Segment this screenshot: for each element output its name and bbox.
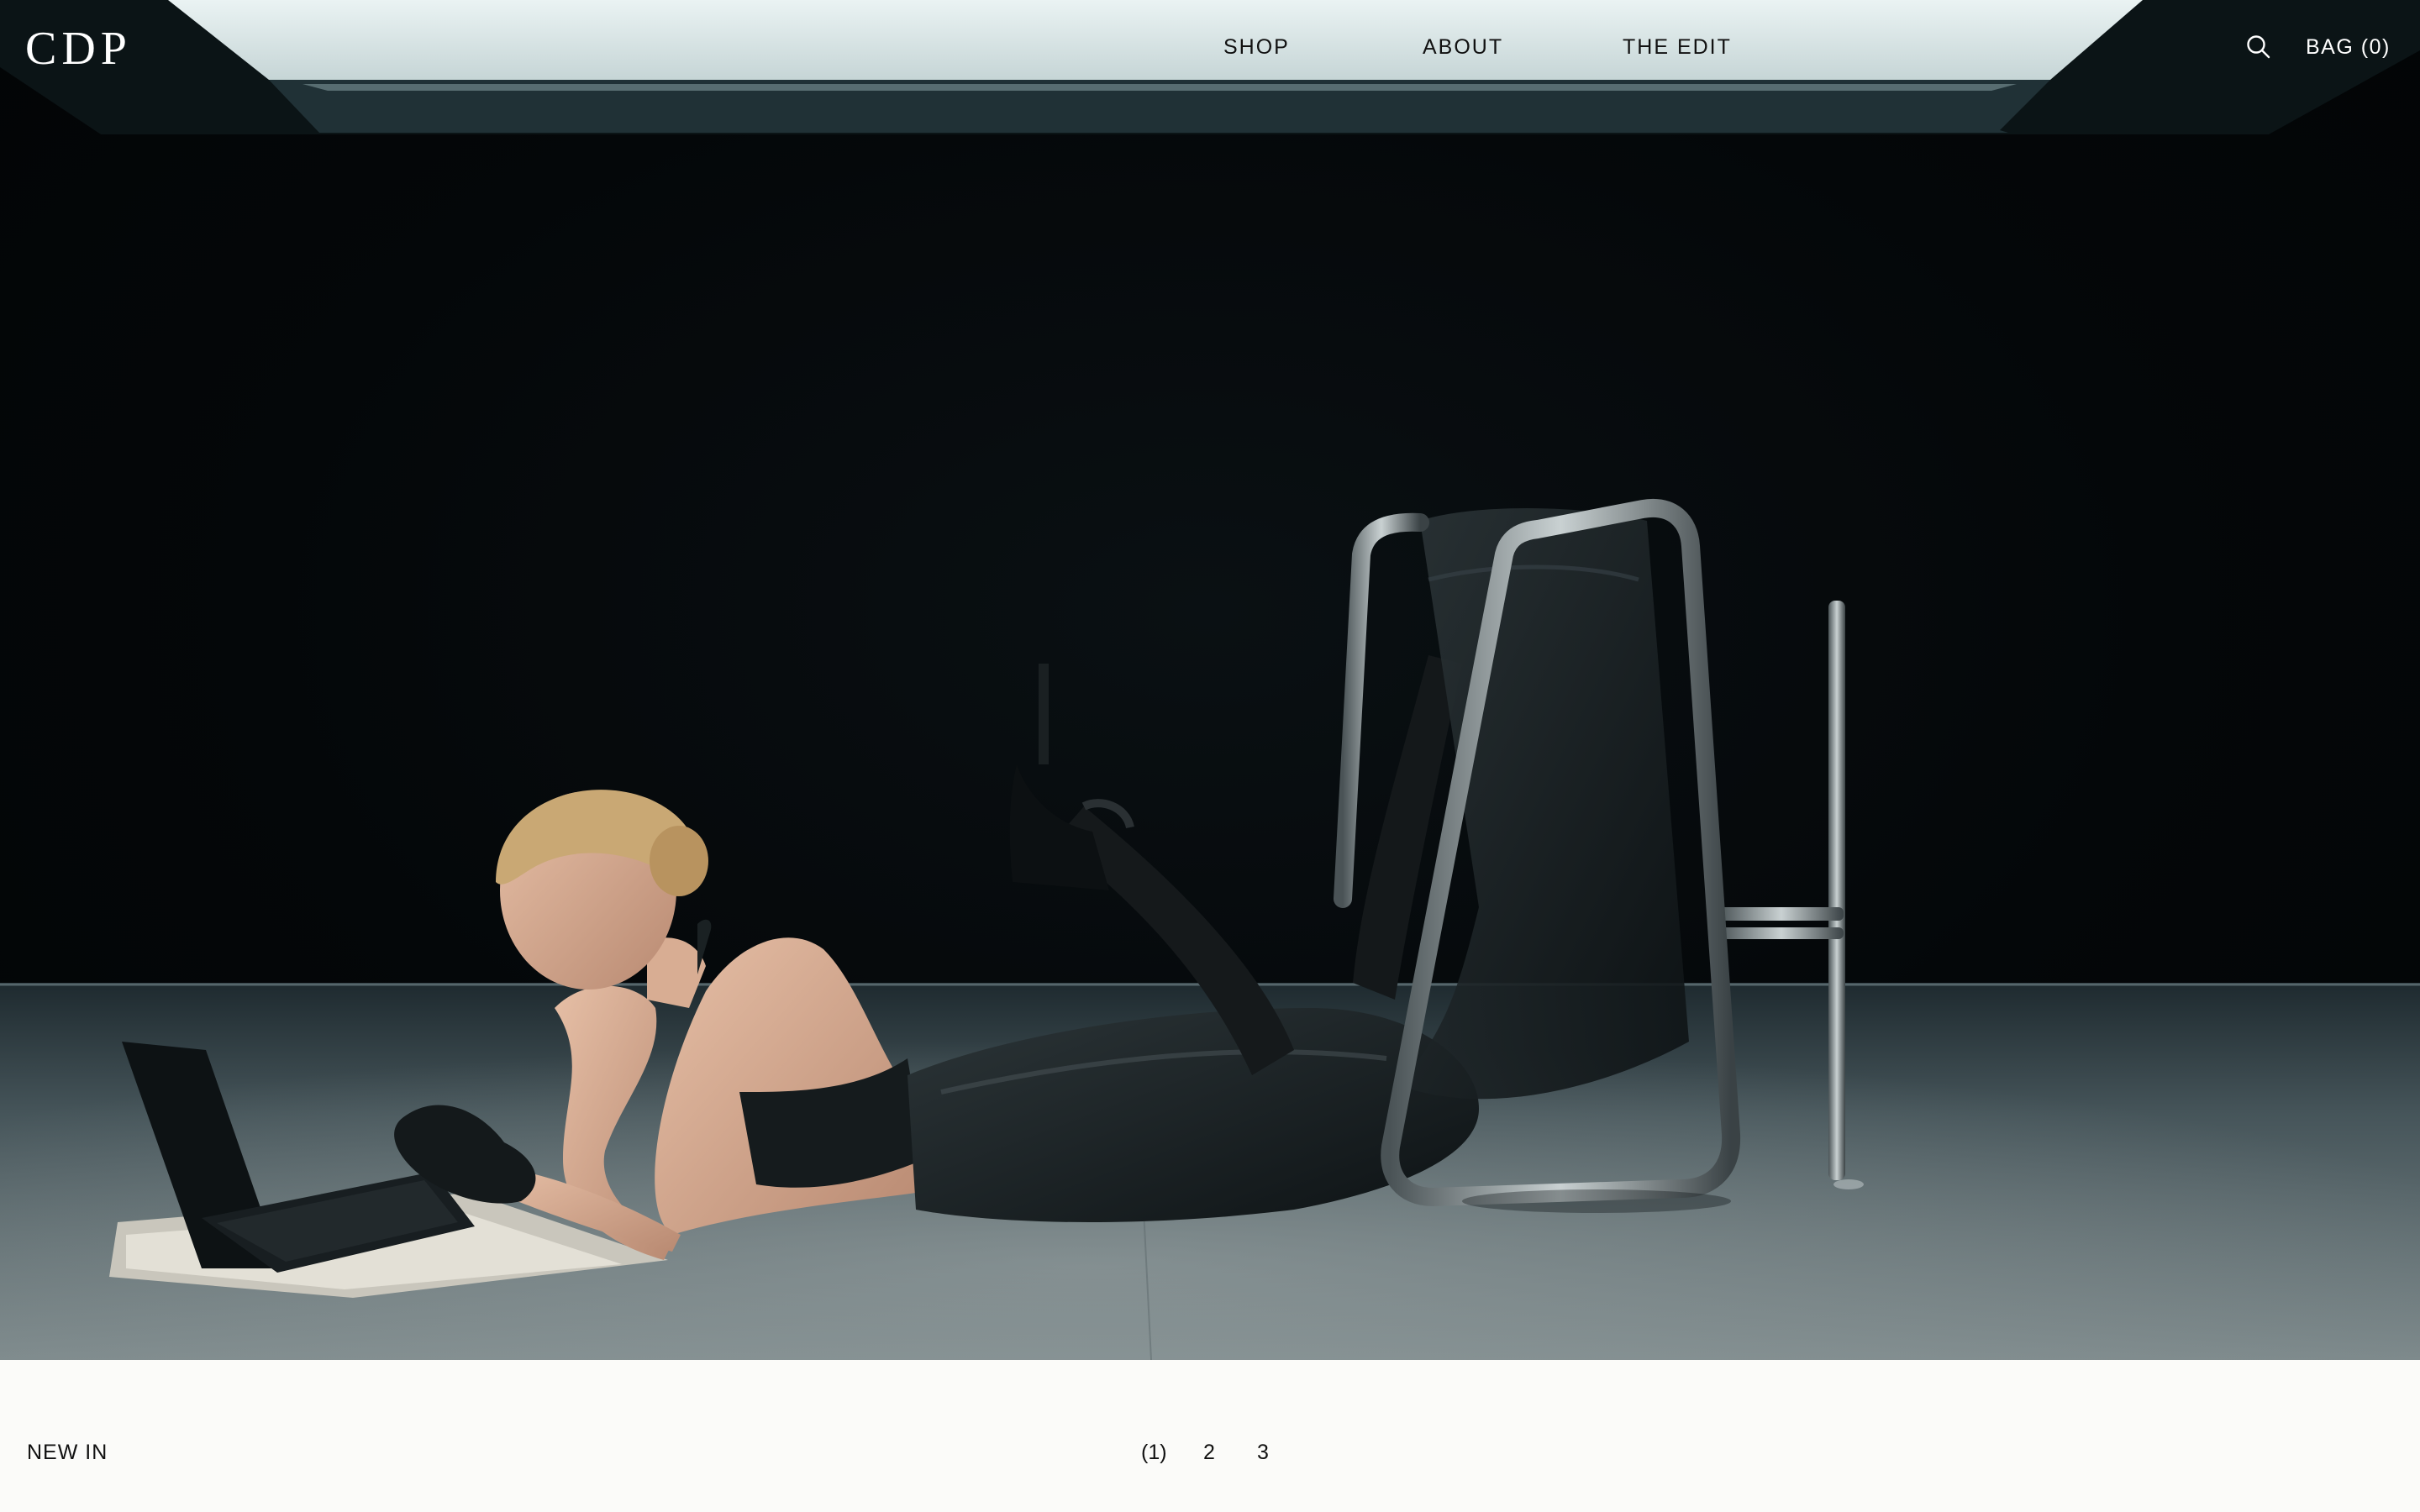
page-3-button[interactable]: 3	[1257, 1437, 1269, 1467]
nav-item-shop[interactable]: SHOP	[1223, 30, 1290, 64]
hero-image	[0, 0, 2420, 1360]
search-icon[interactable]	[2245, 34, 2272, 60]
main-nav: SHOP ABOUT THE EDIT	[0, 30, 2420, 64]
page-1-button[interactable]: (1)	[1141, 1437, 1167, 1467]
section-title-new-in[interactable]: NEW IN	[27, 1437, 108, 1467]
page-2-button[interactable]: 2	[1203, 1437, 1215, 1467]
nav-item-the-edit[interactable]: THE EDIT	[1623, 30, 1732, 64]
site-header: CDP SHOP ABOUT THE EDIT BAG (0)	[0, 0, 2420, 94]
hero-scene-illustration	[0, 0, 2420, 1360]
nav-item-about[interactable]: ABOUT	[1423, 30, 1503, 64]
new-in-section: NEW IN (1) 2 3	[0, 1360, 2420, 1512]
bag-button[interactable]: BAG (0)	[2306, 30, 2391, 64]
